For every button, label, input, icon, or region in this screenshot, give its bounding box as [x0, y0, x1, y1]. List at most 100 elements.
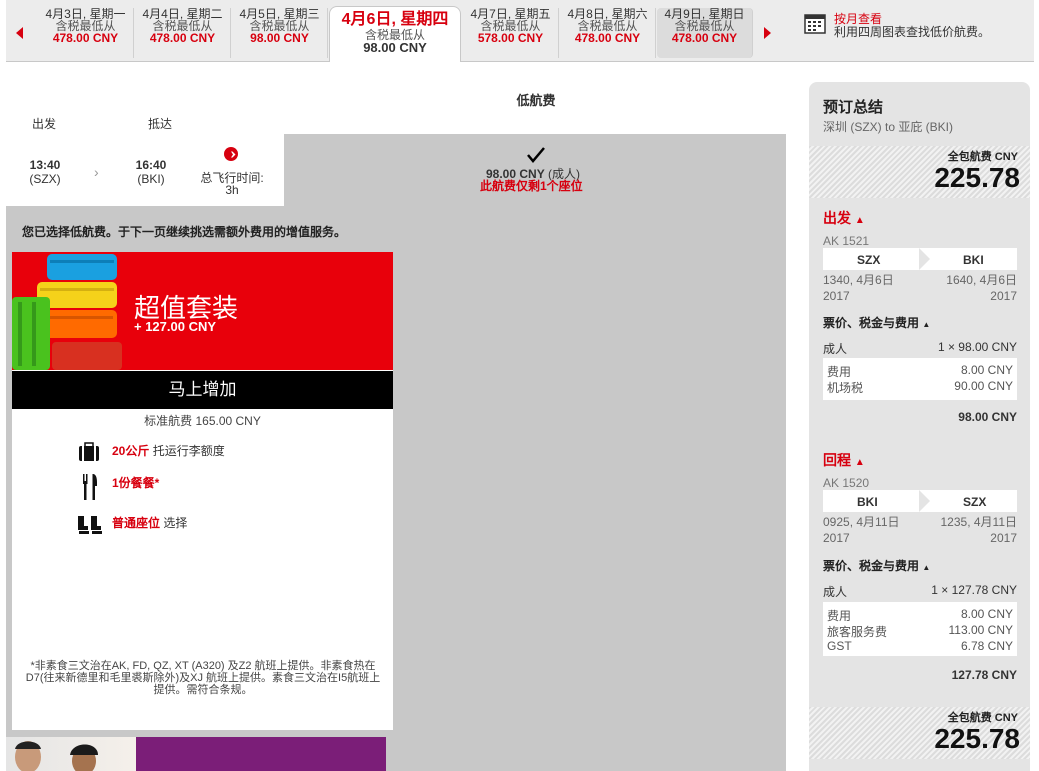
summary-title: 预订总结: [823, 99, 884, 116]
fee-name: 机场税: [827, 381, 864, 395]
bundle-item: 1份餐餐*: [112, 474, 159, 491]
standard-fare-label: 标准航费 165.00 CNY: [144, 414, 261, 428]
pax-fare: 1 × 98.00 CNY: [937, 340, 1017, 354]
bundle-item: 20公斤 托运行李额度: [112, 442, 225, 459]
inbound-flight-no: AK 1520: [823, 476, 870, 490]
bundle-item-text: 托运行李额度: [152, 444, 225, 458]
fare-label: 票价、税金与费用: [823, 316, 920, 330]
month-view-link[interactable]: 按月查看 利用四周图表查找低价航费。: [804, 10, 1024, 40]
bundle-price: + 127.00 CNY: [134, 319, 217, 334]
dep-code: (SZX): [29, 172, 61, 186]
dep-datetime: 1340, 4月6日: [823, 273, 894, 287]
luggage-icon: [12, 254, 122, 370]
bundle-item-highlight: 1份餐餐*: [112, 476, 160, 490]
caret-up-icon: ▲: [922, 320, 931, 329]
dep-time-value: 13:40: [29, 158, 61, 172]
pax-label: 成人: [823, 585, 848, 599]
arr-time-value: 16:40: [135, 158, 167, 172]
flight-row: 13:40 (SZX) › 16:40 (BKI) 总飞行时间: 3h: [6, 134, 284, 206]
total-box-bottom: 全包航费 CNY 225.78: [809, 707, 1030, 759]
chevron-right-icon: [919, 490, 930, 512]
outbound-label: 出发: [823, 210, 851, 226]
route-to: SZX: [963, 495, 987, 509]
outbound-fare-toggle[interactable]: 票价、税金与费用 ▲: [823, 314, 930, 331]
route-to: BKI: [963, 253, 984, 267]
next-arrow-icon[interactable]: [764, 27, 771, 39]
add-bundle-label: 马上增加: [168, 380, 237, 399]
fare-note: 此航费仅剩1个座位: [480, 179, 583, 193]
baggage-icon: [79, 442, 99, 461]
caret-up-icon: ▲: [854, 457, 865, 468]
date-price: 478.00 CNY: [52, 31, 119, 45]
bundle-item-highlight: 20公斤: [112, 444, 150, 458]
arr-datetime: 1640, 4月6日: [946, 273, 1017, 287]
outbound-route-bar: SZX BKI: [823, 248, 1017, 270]
arr-time: 16:40 (BKI): [126, 158, 176, 186]
add-bundle-button[interactable]: 马上增加: [12, 371, 393, 409]
fee-value: 8.00 CNY: [960, 363, 1013, 377]
fare-label: 票价、税金与费用: [823, 559, 920, 573]
inbound-subtotal: 127.78 CNY: [951, 668, 1017, 682]
fee-value: 6.78 CNY: [960, 639, 1013, 653]
date-strip: 4月3日, 星期一 含税最低从 478.00 CNY 4月4日, 星期二 含税最低从 4…: [6, 0, 1034, 62]
dep-datetime: 0925, 4月11日: [823, 515, 900, 529]
inbound-label: 回程: [823, 452, 851, 468]
pax-fare: 1 × 127.78 CNY: [931, 583, 1017, 597]
inbound-fare-toggle[interactable]: 票价、税金与费用 ▲: [823, 557, 930, 574]
date-tab[interactable]: 4月8日, 星期六 含税最低从 478.00 CNY: [560, 8, 656, 58]
date-price: 478.00 CNY: [149, 31, 216, 45]
inbound-dep: 0925, 4月11日 2017: [823, 514, 900, 546]
date-label: 4月6日, 星期四: [341, 11, 449, 28]
date-tab[interactable]: 4月3日, 星期一 含税最低从 478.00 CNY: [38, 8, 134, 58]
fare-column-header: 低航费: [516, 93, 556, 108]
depart-label: 出发: [32, 117, 57, 131]
date-tab[interactable]: 4月4日, 星期二 含税最低从 478.00 CNY: [135, 8, 231, 58]
fee-name: 费用: [827, 365, 852, 379]
inbound-header[interactable]: 回程 ▲: [823, 450, 865, 470]
date-tab[interactable]: 4月7日, 星期五 含税最低从 578.00 CNY: [463, 8, 559, 58]
inbound-fees-box: 费用 8.00 CNY 旅客服务费 113.00 CNY GST 6.78 CN…: [823, 602, 1017, 656]
route-from: SZX: [857, 253, 881, 267]
date-price: 578.00 CNY: [477, 31, 544, 45]
outbound-subtotal: 98.00 CNY: [958, 410, 1017, 424]
arrive-label: 抵达: [148, 117, 173, 131]
dep-year: 2017: [823, 289, 850, 303]
total-box: 全包航费 CNY 225.78: [809, 146, 1030, 198]
route-from: BKI: [857, 495, 878, 509]
caret-up-icon: ▲: [922, 563, 931, 572]
people-icon: [15, 741, 98, 771]
arr-datetime: 1235, 4月11日: [940, 515, 1018, 529]
caret-up-icon: ▲: [854, 215, 865, 226]
date-price: 98.00 CNY: [250, 31, 309, 45]
outbound-arr: 1640, 4月6日 2017: [946, 272, 1017, 304]
duration: 总飞行时间: 3h: [192, 172, 272, 196]
fee-name: 费用: [827, 609, 852, 623]
plane-icon[interactable]: [224, 147, 238, 161]
checkmark-icon[interactable]: [526, 146, 546, 164]
outbound-header[interactable]: 出发 ▲: [823, 208, 865, 228]
date-price: 478.00 CNY: [671, 31, 738, 45]
arr-year: 2017: [990, 289, 1017, 303]
fee-name: GST: [827, 639, 852, 653]
date-price: 478.00 CNY: [574, 31, 641, 45]
prev-arrow-icon[interactable]: [16, 27, 23, 39]
inbound-arr: 1235, 4月11日 2017: [941, 514, 1018, 546]
date-tab-selected[interactable]: 4月6日, 星期四 含税最低从 98.00 CNY: [329, 6, 461, 62]
meal-icon: [83, 474, 97, 500]
chevron-right-icon: ›: [94, 164, 99, 180]
inbound-route-bar: BKI SZX: [823, 490, 1017, 512]
bundle-item-highlight: 普通座位: [112, 516, 161, 530]
date-price: 98.00 CNY: [363, 40, 427, 55]
outbound-dep: 1340, 4月6日 2017: [823, 272, 894, 304]
date-tab[interactable]: 4月5日, 星期三 含税最低从 98.00 CNY: [232, 8, 328, 58]
outbound-flight-no: AK 1521: [823, 234, 870, 248]
bundle-footnote: *非素食三文治在AK, FD, QZ, XT (A320) 及Z2 航班上提供。…: [25, 660, 381, 696]
bundle-item: 普通座位 选择: [112, 514, 187, 531]
duration-value: 3h: [225, 183, 239, 197]
total-amount: 225.78: [934, 162, 1020, 193]
dep-year: 2017: [823, 531, 850, 545]
month-view-desc: 利用四周图表查找低价航费。: [834, 25, 991, 39]
date-tab[interactable]: 4月9日, 星期日 含税最低从 478.00 CNY: [657, 8, 753, 58]
bundle-item-text: 选择: [163, 516, 188, 530]
dep-time: 13:40 (SZX): [20, 158, 70, 186]
